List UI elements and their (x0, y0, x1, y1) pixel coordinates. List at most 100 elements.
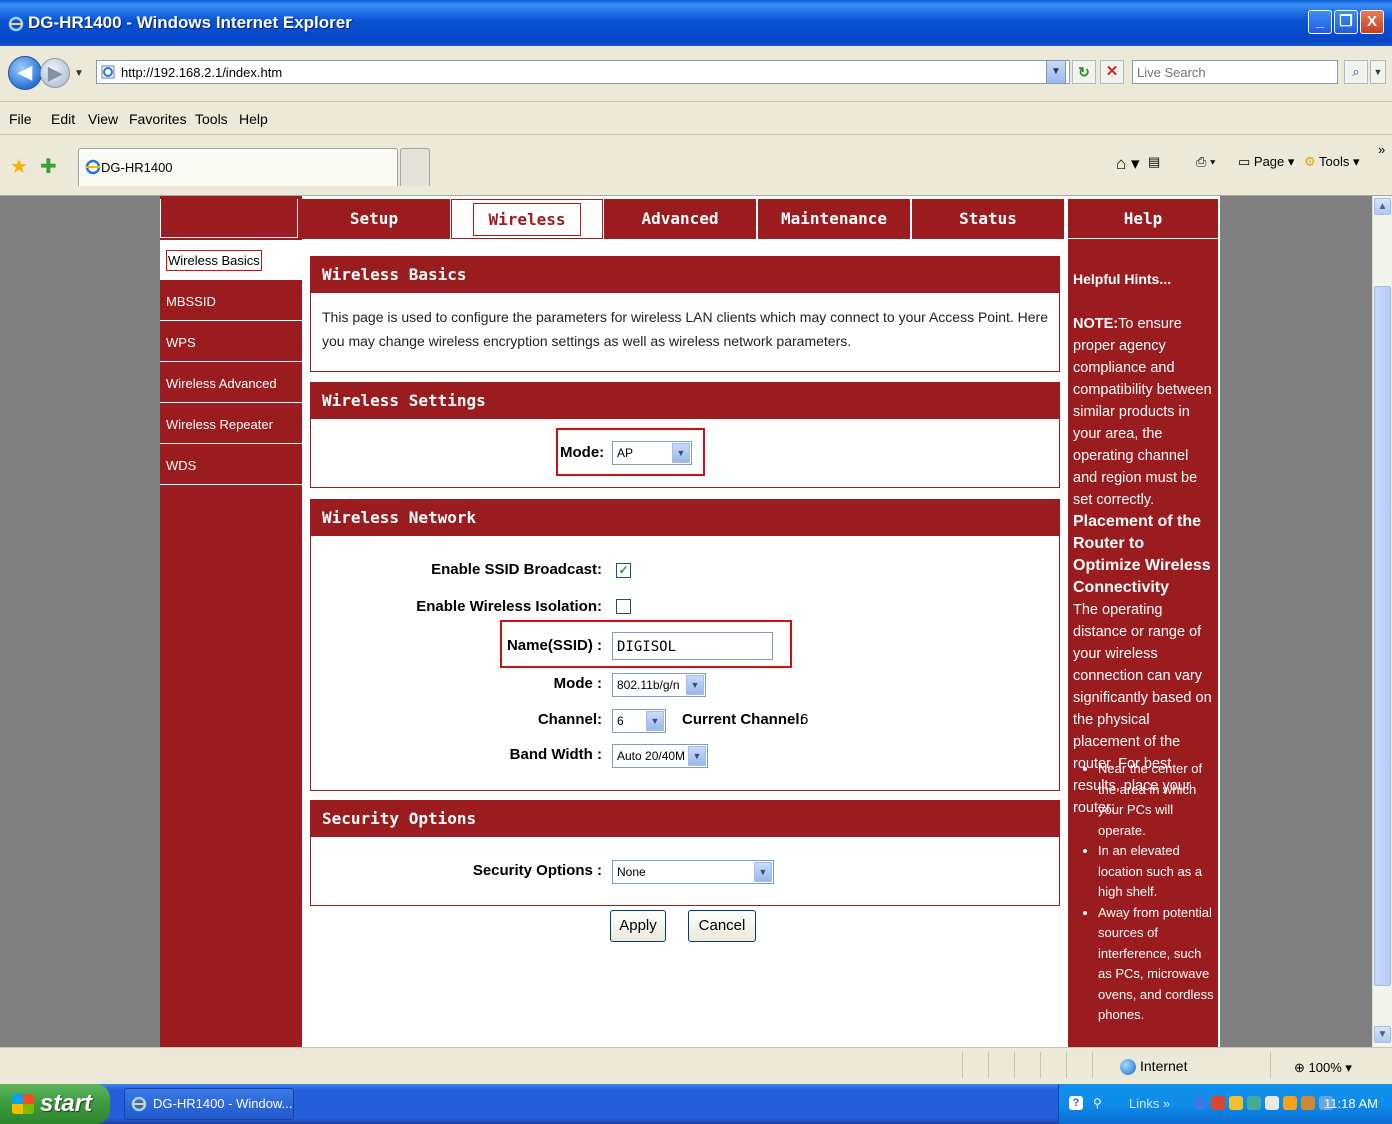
search-box[interactable] (1132, 60, 1338, 84)
menu-help[interactable]: Help (239, 111, 268, 127)
start-button[interactable]: start (0, 1084, 110, 1124)
add-favorite-icon[interactable]: ✚ (40, 154, 57, 179)
taskbar-item-label: DG-HR1400 - Window... (153, 1096, 293, 1111)
tab-maintenance[interactable]: Maintenance (758, 199, 910, 239)
home-icon[interactable]: ⌂ ▾ (1116, 154, 1140, 174)
chevron-down-icon[interactable]: ▼ (688, 746, 706, 766)
sidebar-item-mbssid[interactable]: MBSSID (160, 281, 302, 321)
network-mode-select[interactable]: 802.11b/g/n ▼ (612, 673, 706, 697)
ssid-input[interactable]: DIGISOL (612, 632, 773, 660)
apply-button[interactable]: Apply (610, 910, 666, 942)
url-text[interactable]: http://192.168.2.1/index.htm (121, 65, 282, 80)
forward-arrow-icon: ▶ (48, 63, 62, 83)
tab-wireless-label: Wireless (473, 203, 581, 236)
channel-value: 6 (617, 714, 624, 728)
menu-bar: File Edit View Favorites Tools Help (0, 103, 1392, 135)
status-divider (1270, 1052, 1271, 1078)
page-menu[interactable]: ▭ Page ▾ (1238, 154, 1294, 170)
help-column: Help Helpful Hints... NOTE:To ensure pro… (1068, 199, 1218, 1047)
placement-title: Placement of the Router to Optimize Wire… (1073, 513, 1211, 596)
mode-select[interactable]: AP ▼ (612, 441, 692, 465)
menu-view[interactable]: View (88, 111, 118, 127)
tab-setup[interactable]: Setup (298, 199, 450, 239)
wireless-isolation-checkbox[interactable] (616, 599, 631, 614)
back-button[interactable]: ◀ (8, 56, 42, 90)
search-icon[interactable]: ⌕ (1344, 60, 1368, 84)
scroll-up-icon[interactable]: ▲ (1374, 198, 1391, 215)
network-tray-icon[interactable] (1193, 1096, 1207, 1110)
vertical-scrollbar[interactable]: ▲ ▼ (1372, 196, 1392, 1047)
feeds-icon[interactable]: ▤ (1148, 154, 1160, 170)
bandwidth-select[interactable]: Auto 20/40M ▼ (612, 744, 708, 768)
zoom-level[interactable]: ⊕ 100% ▾ (1294, 1060, 1352, 1076)
search-input[interactable] (1133, 61, 1337, 83)
app-tray-icon[interactable] (1301, 1096, 1315, 1110)
status-divider (1092, 1052, 1093, 1078)
tab-wireless[interactable]: Wireless (451, 199, 603, 239)
chevron-down-icon[interactable]: ▼ (754, 862, 772, 882)
window-title: DG-HR1400 - Windows Internet Explorer (28, 13, 352, 32)
system-clock[interactable]: 11:18 AM (1324, 1096, 1378, 1111)
menu-edit[interactable]: Edit (51, 111, 75, 127)
stop-icon[interactable]: ✕ (1100, 60, 1124, 84)
placement-tips-list: Near the center of the area in which you… (1098, 759, 1216, 1026)
window-title-bar[interactable]: DG-HR1400 - Windows Internet Explorer _ … (0, 0, 1392, 46)
minimize-button[interactable]: _ (1308, 10, 1332, 34)
tab-dg-hr1400[interactable]: DG-HR1400 (78, 148, 398, 186)
sidebar-item-wireless-repeater[interactable]: Wireless Repeater (160, 404, 302, 444)
chevron-down-icon[interactable]: ▼ (686, 675, 704, 695)
tools-menu[interactable]: ⚙ Tools ▾ (1304, 154, 1360, 170)
history-dropdown-icon[interactable]: ▼ (74, 68, 84, 79)
taskbar-item-ie[interactable]: DG-HR1400 - Window... (124, 1088, 294, 1120)
toolbar-chevron-icon[interactable]: » (1378, 142, 1385, 157)
internet-zone-icon (1120, 1059, 1136, 1076)
sidebar-item-wds[interactable]: WDS (160, 445, 302, 485)
sidebar-item-label: Wireless Basics (166, 250, 262, 271)
tab-status[interactable]: Status (912, 199, 1064, 239)
list-item: In an elevated location such as a high s… (1098, 841, 1216, 903)
sidebar-item-wps[interactable]: WPS (160, 322, 302, 362)
search-options-icon[interactable]: ▼ (1370, 60, 1386, 84)
security-tray-icon[interactable] (1211, 1096, 1225, 1110)
ie-logo-icon (8, 16, 24, 32)
scroll-thumb[interactable] (1374, 286, 1391, 986)
antivirus-tray-icon[interactable] (1283, 1096, 1297, 1110)
current-channel-label: Current Channel: (682, 711, 805, 728)
new-tab-button[interactable] (400, 148, 430, 186)
security-options-select[interactable]: None ▼ (612, 860, 774, 884)
update-tray-icon[interactable] (1229, 1096, 1243, 1110)
forward-button[interactable]: ▶ (40, 58, 70, 88)
address-dropdown-icon[interactable]: ▼ (1046, 60, 1066, 84)
section-title: Wireless Basics (311, 257, 1059, 293)
chevron-down-icon[interactable]: ▼ (646, 711, 664, 731)
connection-tray-icon[interactable] (1247, 1096, 1261, 1110)
sidebar-item-wireless-advanced[interactable]: Wireless Advanced (160, 363, 302, 403)
ssid-broadcast-checkbox[interactable]: ✓ (616, 563, 631, 578)
helpful-hints-title: Helpful Hints... (1073, 271, 1171, 287)
security-options-value: None (617, 865, 646, 879)
favorites-star-icon[interactable]: ★ (10, 154, 28, 179)
system-tray: ? ⚲ Links » 11:18 AM (1058, 1084, 1392, 1124)
tab-help[interactable]: Help (1068, 199, 1218, 239)
mode-label: Mode: (560, 444, 605, 461)
links-toolbar[interactable]: Links » (1129, 1096, 1170, 1111)
chevron-down-icon[interactable]: ▼ (672, 443, 690, 463)
refresh-icon[interactable]: ↻ (1072, 60, 1096, 84)
print-icon[interactable]: ⎙ ▾ (1196, 154, 1215, 170)
restore-button[interactable]: ❐ (1334, 10, 1358, 34)
sidebar-item-wireless-basics[interactable]: Wireless Basics (160, 240, 302, 280)
help-tray-icon[interactable]: ? (1069, 1096, 1083, 1110)
menu-tools[interactable]: Tools (195, 111, 228, 127)
address-bar[interactable]: http://192.168.2.1/index.htm (96, 60, 1070, 84)
tab-advanced[interactable]: Advanced (604, 199, 756, 239)
cancel-button[interactable]: Cancel (688, 910, 756, 942)
chat-tray-icon[interactable] (1265, 1096, 1279, 1110)
page-menu-label: Page (1253, 154, 1285, 169)
menu-favorites[interactable]: Favorites (129, 111, 187, 127)
language-tray-icon[interactable]: ⚲ (1093, 1096, 1107, 1110)
close-button[interactable]: X (1360, 10, 1384, 34)
menu-file[interactable]: File (9, 111, 32, 127)
ssid-label: Name(SSID) : (506, 637, 602, 654)
channel-select[interactable]: 6 ▼ (612, 709, 666, 733)
scroll-down-icon[interactable]: ▼ (1374, 1026, 1391, 1043)
